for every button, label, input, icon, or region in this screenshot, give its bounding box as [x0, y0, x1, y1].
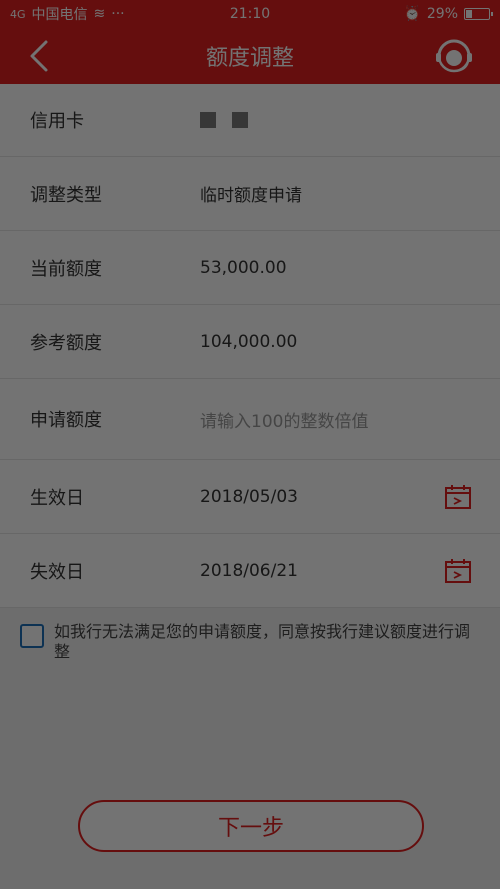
calendar-icon[interactable]: [444, 483, 472, 511]
expiry-date-label: 失效日: [30, 561, 84, 583]
adjust-type-label: 调整类型: [30, 184, 102, 206]
limit-adjust-form: 信用卡 调整类型 临时额度申请 当前额度 53,000.00 参考额度 104,…: [0, 84, 500, 608]
page-title: 额度调整: [205, 46, 294, 71]
agreement-section: 如我行无法满足您的申请额度，同意按我行建议额度进行调整: [0, 608, 500, 662]
customer-service-icon[interactable]: [434, 36, 474, 76]
reference-limit-value: 104,000.00: [200, 331, 298, 352]
row-apply-limit[interactable]: 申请额度 请输入100的整数倍值: [0, 379, 500, 460]
wifi-icon: ≋: [93, 6, 106, 22]
agreement-checkbox[interactable]: [20, 624, 44, 648]
adjust-type-value: 临时额度申请: [200, 186, 302, 206]
apply-limit-label: 申请额度: [30, 410, 102, 431]
reference-limit-label: 参考额度: [30, 332, 102, 354]
alarm-icon: ⏰: [403, 6, 421, 22]
back-icon[interactable]: [26, 38, 56, 74]
row-adjust-type: 调整类型 临时额度申请: [0, 157, 500, 231]
nav-bar: 额度调整: [0, 28, 500, 84]
row-credit-card[interactable]: 信用卡: [0, 84, 500, 157]
battery-fill: [466, 10, 473, 18]
calendar-icon[interactable]: [444, 557, 472, 585]
next-step-button[interactable]: 下一步: [78, 800, 424, 852]
signal-icon: 4G: [10, 7, 26, 21]
expiry-date-value[interactable]: 2018/06/21: [200, 561, 298, 581]
row-effective-date[interactable]: 生效日 2018/05/03: [0, 460, 500, 534]
apply-limit-input[interactable]: 请输入100的整数倍值: [200, 407, 368, 432]
current-limit-label: 当前额度: [30, 258, 102, 280]
row-reference-limit: 参考额度 104,000.00: [0, 305, 500, 379]
effective-date-label: 生效日: [30, 487, 84, 509]
more-icon: ···: [111, 6, 125, 22]
row-expiry-date[interactable]: 失效日 2018/06/21: [0, 534, 500, 608]
agreement-text: 如我行无法满足您的申请额度，同意按我行建议额度进行调整: [54, 622, 471, 661]
status-bar: 4G 中国电信 ≋ ··· 21:10 ⏰ 29%: [0, 0, 500, 28]
battery-percent: 29%: [426, 6, 458, 22]
current-limit-value: 53,000.00: [200, 257, 287, 278]
status-left: 4G 中国电信 ≋ ···: [10, 4, 125, 24]
battery-icon: [464, 8, 493, 20]
masked-card-number: [200, 112, 248, 128]
row-current-limit: 当前额度 53,000.00: [0, 231, 500, 305]
status-right: ⏰ 29%: [403, 6, 493, 22]
effective-date-value[interactable]: 2018/05/03: [200, 487, 298, 507]
credit-card-label: 信用卡: [30, 111, 84, 132]
carrier-name: 中国电信: [31, 7, 88, 23]
